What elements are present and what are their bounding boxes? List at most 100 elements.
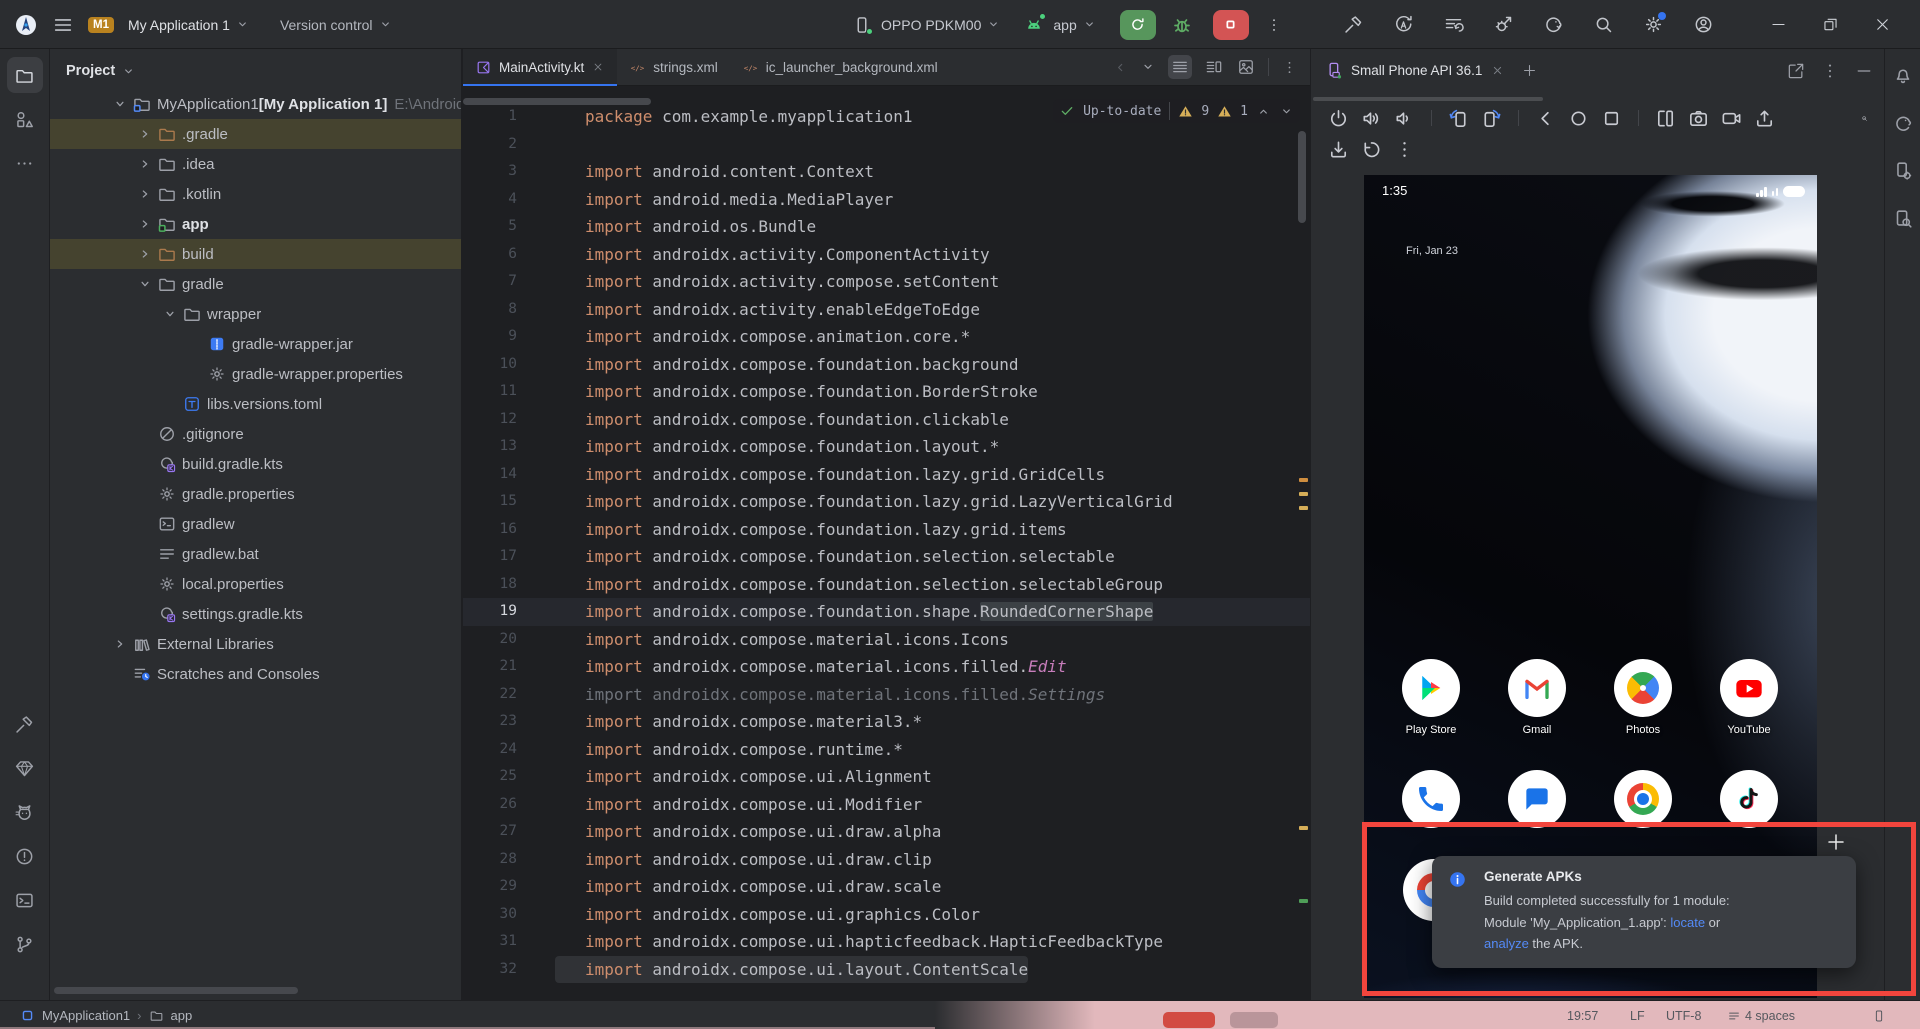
- chevron-icon[interactable]: [110, 94, 130, 114]
- more-actions-icon[interactable]: [1265, 16, 1283, 34]
- inspection-widget[interactable]: Up-to-date 9 1: [1053, 99, 1300, 123]
- upload-button[interactable]: [1753, 107, 1776, 130]
- ai-assistant-icon[interactable]: [1393, 14, 1414, 35]
- code-line[interactable]: 31 import androidx.compose.ui.hapticfeedb…: [463, 928, 1310, 956]
- debug-button[interactable]: [1170, 13, 1194, 37]
- stop-button[interactable]: [1212, 9, 1249, 40]
- vol-down-button[interactable]: [1393, 107, 1416, 130]
- tree-item[interactable]: .gitignore: [50, 419, 461, 449]
- close-button[interactable]: [1856, 0, 1908, 49]
- code-line[interactable]: 2: [463, 131, 1310, 159]
- bell-tool-button[interactable]: [1891, 63, 1915, 87]
- recorder-pause-button[interactable]: [1230, 1012, 1278, 1028]
- code-line[interactable]: 21 import androidx.compose.material.icons…: [463, 653, 1310, 681]
- code-line[interactable]: 11 import androidx.compose.foundation.Bor…: [463, 378, 1310, 406]
- logcat-tool-button[interactable]: [7, 794, 43, 830]
- layout-inspector-tool-button[interactable]: [1891, 207, 1915, 231]
- close-device-tab-icon[interactable]: [1490, 63, 1505, 78]
- more-dots-tool-button[interactable]: [7, 145, 43, 181]
- editor-scrollbar[interactable]: [1298, 131, 1306, 223]
- scroll-tabs-left-icon[interactable]: [1113, 60, 1128, 75]
- download-button[interactable]: [1327, 138, 1350, 161]
- app-chrome-app[interactable]: [1590, 770, 1696, 828]
- close-tab-icon[interactable]: [591, 60, 605, 74]
- chevron-icon[interactable]: [110, 634, 130, 654]
- code-line[interactable]: 17 import androidx.compose.foundation.sel…: [463, 543, 1310, 571]
- code-line[interactable]: 26 import androidx.compose.ui.Modifier: [463, 791, 1310, 819]
- tree-item[interactable]: gradle-wrapper.properties: [50, 359, 461, 389]
- restore-button[interactable]: [1804, 0, 1856, 49]
- code-view-button[interactable]: [1168, 55, 1192, 79]
- hammer-tool-button[interactable]: [7, 706, 43, 742]
- problems-tool-button[interactable]: [7, 838, 43, 874]
- search-icon[interactable]: [1593, 14, 1614, 35]
- tree-item[interactable]: gradlew: [50, 509, 461, 539]
- tabs-dropdown-icon[interactable]: [1140, 59, 1156, 75]
- device-manager-tool-button[interactable]: [1891, 159, 1915, 183]
- app-music-app[interactable]: [1696, 770, 1802, 828]
- code-line[interactable]: 32 import androidx.compose.ui.layout.Cont…: [463, 955, 1310, 983]
- tree-item[interactable]: build.gradle.kts: [50, 449, 461, 479]
- code-line[interactable]: 6 import androidx.activity.ComponentActiv…: [463, 241, 1310, 269]
- editor-options-icon[interactable]: [1281, 59, 1298, 76]
- chevron-icon[interactable]: [160, 304, 180, 324]
- code-line[interactable]: 14 import androidx.compose.foundation.laz…: [463, 461, 1310, 489]
- code-line[interactable]: 27 import androidx.compose.ui.draw.alpha: [463, 818, 1310, 846]
- code-line[interactable]: 25 import androidx.compose.ui.Alignment: [463, 763, 1310, 791]
- tab-strings.xml[interactable]: </> strings.xml: [617, 49, 730, 85]
- zoom-button[interactable]: [1861, 107, 1884, 130]
- code-line[interactable]: 12 import androidx.compose.foundation.cli…: [463, 406, 1310, 434]
- indent-setting[interactable]: 4 spaces: [1727, 1001, 1795, 1029]
- tab-ic_launcher_background.xml[interactable]: </> ic_launcher_background.xml: [730, 49, 950, 85]
- tree-item[interactable]: Scratches and Consoles: [50, 659, 461, 689]
- code-line[interactable]: 9 import androidx.compose.animation.core.…: [463, 323, 1310, 351]
- tree-item[interactable]: libs.versions.toml: [50, 389, 461, 419]
- code-line[interactable]: 3 import android.content.Context: [463, 158, 1310, 186]
- hide-panel-icon[interactable]: [1854, 61, 1874, 81]
- tree-item[interactable]: settings.gradle.kts: [50, 599, 461, 629]
- code-line[interactable]: 20 import androidx.compose.material.icons…: [463, 626, 1310, 654]
- project-folder-tool-button[interactable]: [6, 57, 43, 93]
- nav-home-button[interactable]: [1567, 107, 1590, 130]
- line-separator[interactable]: LF: [1630, 1001, 1645, 1029]
- panel-options-icon[interactable]: [1820, 61, 1840, 81]
- minimize-button[interactable]: [1752, 0, 1804, 49]
- code-area[interactable]: 1 package com.example.myapplication1 2 3 imp…: [463, 86, 1310, 1000]
- app-phone-app[interactable]: [1378, 770, 1484, 828]
- gradle-sync-icon[interactable]: [1543, 14, 1564, 35]
- app-Gmail[interactable]: Gmail: [1484, 659, 1590, 736]
- profiler-icon[interactable]: [1493, 14, 1514, 35]
- device-tab-label[interactable]: Small Phone API 36.1: [1351, 63, 1482, 78]
- code-line[interactable]: 28 import androidx.compose.ui.draw.clip: [463, 846, 1310, 874]
- code-line[interactable]: 29 import androidx.compose.ui.draw.scale: [463, 873, 1310, 901]
- build-log-icon[interactable]: [1443, 14, 1464, 35]
- chevron-icon[interactable]: [135, 124, 155, 144]
- app-Photos[interactable]: Photos: [1590, 659, 1696, 736]
- project-selector[interactable]: My Application 1: [128, 17, 250, 33]
- gradle-elephant-tool-button[interactable]: [1891, 111, 1915, 135]
- code-line[interactable]: 5 import android.os.Bundle: [463, 213, 1310, 241]
- code-line[interactable]: 18 import androidx.compose.foundation.sel…: [463, 571, 1310, 599]
- version-control-menu[interactable]: Version control: [280, 17, 393, 33]
- tree-item[interactable]: wrapper: [50, 299, 461, 329]
- code-line[interactable]: 30 import androidx.compose.ui.graphics.Co…: [463, 901, 1310, 929]
- code-line[interactable]: 16 import androidx.compose.foundation.laz…: [463, 516, 1310, 544]
- code-line[interactable]: 22 import androidx.compose.material.icons…: [463, 681, 1310, 709]
- rot-r-button[interactable]: [1480, 107, 1503, 130]
- account-icon[interactable]: [1693, 14, 1714, 35]
- terminal-tool-button[interactable]: [7, 882, 43, 918]
- app-Play Store[interactable]: Play Store: [1378, 659, 1484, 736]
- code-line[interactable]: 13 import androidx.compose.foundation.lay…: [463, 433, 1310, 461]
- next-issue-icon[interactable]: [1279, 104, 1294, 119]
- chevron-icon[interactable]: [135, 244, 155, 264]
- power-button[interactable]: [1327, 107, 1350, 130]
- code-line[interactable]: 19 import androidx.compose.foundation.sha…: [463, 598, 1310, 626]
- app-messages-app[interactable]: [1484, 770, 1590, 828]
- chevron-icon[interactable]: [135, 274, 155, 294]
- hammer-icon[interactable]: [1343, 14, 1364, 35]
- chevron-icon[interactable]: [135, 154, 155, 174]
- previous-issue-icon[interactable]: [1256, 104, 1271, 119]
- code-line[interactable]: 8 import androidx.activity.enableEdgeToEd…: [463, 296, 1310, 324]
- main-menu-icon[interactable]: [52, 14, 74, 36]
- resource-shapes-tool-button[interactable]: [7, 101, 43, 137]
